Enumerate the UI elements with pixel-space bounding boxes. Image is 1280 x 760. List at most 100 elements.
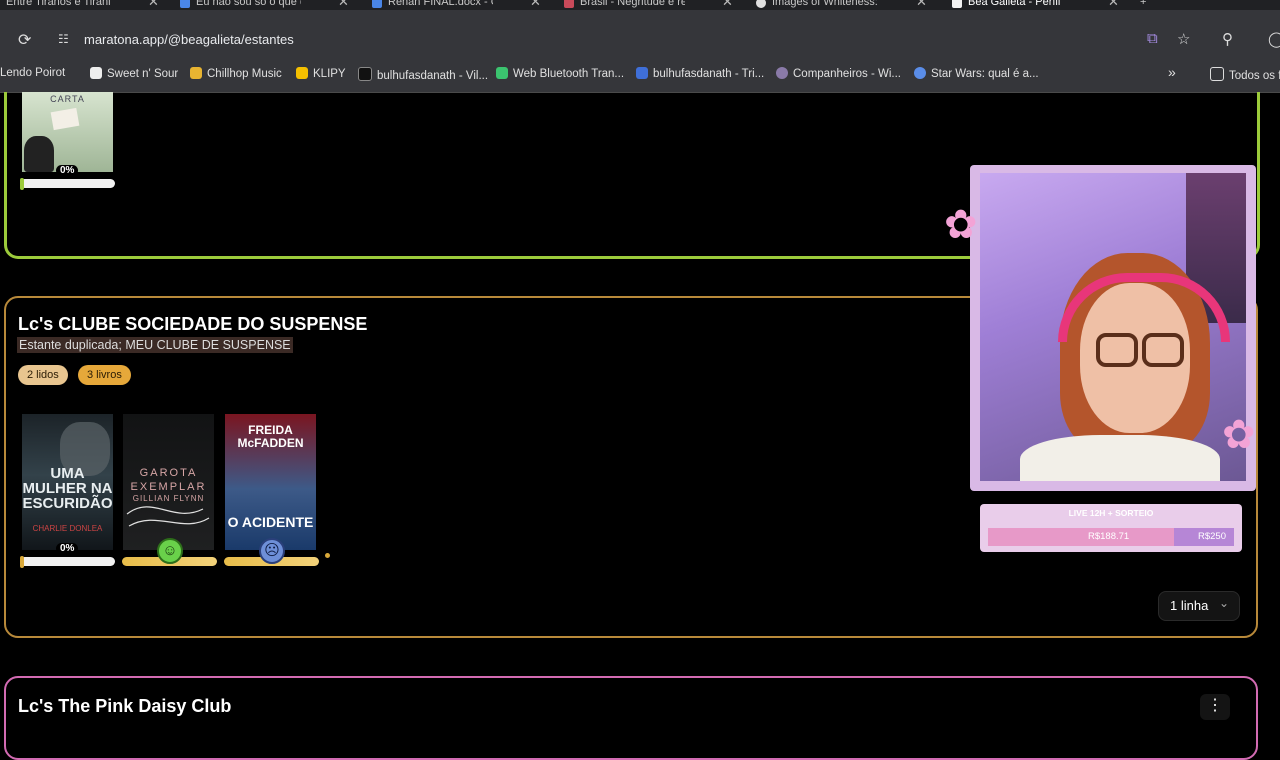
rows-dropdown-label: 1 linha — [1170, 598, 1209, 613]
read-count-badge: 2 lidos — [18, 365, 68, 385]
bookmark-item[interactable]: Lendo Poirot — [0, 67, 65, 79]
book-cover-author: CHARLIE DONLEA — [32, 524, 103, 533]
webcam-frame: ✿ ✿ — [944, 165, 1256, 491]
bookmark-item[interactable]: Sweet n' Sour — [90, 67, 178, 80]
flower-sticker-icon: ✿ — [1222, 413, 1256, 457]
bookmark-label: Star Wars: qual é a... — [931, 68, 1039, 80]
tab-3[interactable]: Renan FINAL.docx - Googl ✕ — [372, 0, 542, 10]
bookmark-item[interactable]: bulhufasdanath - Vil... — [358, 67, 488, 82]
folder-icon — [1210, 67, 1224, 81]
shelf-description: Estante duplicada; MEU CLUBE DE SUSPENSE — [17, 337, 293, 353]
bookmark-item[interactable]: Web Bluetooth Tran... — [496, 67, 624, 80]
all-bookmarks-folder[interactable]: Todos os f — [1210, 67, 1280, 82]
book-cover-author: FREIDA McFADDEN — [237, 423, 304, 450]
tab-5[interactable]: Images of Whiteness: The ✕ — [756, 0, 927, 10]
tab-2[interactable]: Eu não sou só o que dizem ✕ — [180, 0, 350, 10]
bookmark-label: Web Bluetooth Tran... — [513, 68, 625, 80]
bookmark-item[interactable]: bulhufasdanath - Tri... — [636, 67, 764, 80]
close-icon[interactable]: ✕ — [722, 0, 733, 10]
bookmark-icon — [296, 67, 308, 79]
bookmark-icon — [636, 67, 648, 79]
new-tab-button[interactable]: + — [1140, 0, 1154, 10]
progress-bar — [20, 179, 115, 188]
webcam-feed — [980, 173, 1246, 481]
chevron-down-icon: ⌄ — [1219, 596, 1230, 610]
bookmark-item[interactable]: Chillhop Music — [190, 67, 282, 80]
bookmark-label: bulhufasdanath - Vil... — [377, 70, 489, 82]
install-app-icon[interactable]: ⧉ — [1147, 30, 1158, 47]
site-icon — [756, 0, 766, 8]
docs-icon — [180, 0, 190, 8]
bookmark-item[interactable]: Star Wars: qual é a... — [914, 67, 1039, 80]
book-cover-title: O ACIDENTE — [227, 514, 314, 530]
progress-label: 0% — [56, 543, 79, 554]
progress-label: 0% — [56, 165, 79, 176]
bookmark-label: KLIPY — [313, 68, 346, 80]
tab-title: Brasil - Negritude e relaçõ — [580, 0, 685, 8]
bookmark-icon — [496, 67, 508, 79]
bookmark-label: Companheiros - Wi... — [793, 68, 902, 80]
close-icon[interactable]: ✕ — [1108, 0, 1119, 10]
url-field[interactable]: maratona.app/@beagalieta/estantes — [84, 32, 294, 47]
goal-target: R$250 — [1198, 531, 1226, 542]
docs-icon — [372, 0, 382, 8]
scroll-dot — [325, 553, 330, 558]
bookmark-item[interactable]: KLIPY — [296, 67, 346, 80]
bookmarks-bar: Lendo Poirot Sweet n' Sour Chillhop Musi… — [0, 60, 1280, 93]
shelf-title: Lc's CLUBE SOCIEDADE DO SUSPENSE — [18, 314, 368, 334]
dog-illustration — [24, 136, 54, 172]
bookmark-star-icon[interactable]: ☆ — [1177, 30, 1190, 48]
bookmark-label: bulhufasdanath - Tri... — [653, 68, 765, 80]
more-bookmarks-button[interactable]: » — [1168, 64, 1176, 80]
close-icon[interactable]: ✕ — [148, 0, 159, 10]
extensions-icon[interactable]: ⚲ — [1222, 30, 1233, 48]
goal-track: R$188.71 R$250 — [988, 528, 1234, 546]
tab-title: Entre Tiranos e Tiranias.do — [6, 0, 111, 8]
goal-fill — [988, 528, 1174, 546]
tab-title: Bea Galieta - Perfil — [968, 0, 1061, 8]
tab-6-active[interactable]: Bea Galieta - Perfil ✕ — [952, 0, 1122, 10]
book-cover[interactable]: CARTA — [22, 92, 113, 172]
book-cover[interactable]: FREIDA McFADDEN O ACIDENTE — [225, 414, 316, 550]
tab-1[interactable]: Entre Tiranos e Tiranias.do ✕ — [6, 0, 159, 10]
flower-sticker-icon: ✿ — [944, 203, 978, 247]
site-icon — [564, 0, 574, 8]
envelope-illustration — [50, 107, 80, 131]
progress-bar — [20, 557, 115, 566]
book-cover[interactable]: UMA MULHER NA ESCURIDÃO CHARLIE DONLEA — [22, 414, 113, 550]
rows-dropdown[interactable]: 1 linha ⌄ — [1158, 591, 1240, 621]
close-icon[interactable]: ✕ — [530, 0, 541, 10]
shelf-title: Lc's The Pink Daisy Club — [18, 696, 232, 716]
tab-4[interactable]: Brasil - Negritude e relaçõ ✕ — [564, 0, 734, 10]
shirt-shape — [1020, 435, 1220, 481]
bookmark-label: Todos os f — [1229, 70, 1280, 82]
book-cover[interactable]: GAROTA EXEMPLAR GILLIAN FLYNN — [123, 414, 214, 550]
goal-current: R$188.71 — [1088, 531, 1130, 542]
bookmark-icon — [190, 67, 202, 79]
shelf-card — [4, 676, 1258, 760]
profile-icon[interactable]: ◯ — [1268, 30, 1280, 48]
bookmark-label: Chillhop Music — [207, 68, 282, 80]
bookmark-label: Lendo Poirot — [0, 67, 66, 79]
site-settings-icon[interactable]: ☷ — [58, 32, 72, 46]
progress-marker — [20, 556, 24, 568]
book-cover-title: UMA MULHER NA ESCURIDÃO — [22, 465, 113, 512]
tab-title: Images of Whiteness: The — [772, 0, 877, 8]
donation-goal-widget: LIVE 12H + SORTEIO R$188.71 R$250 — [980, 504, 1242, 552]
close-icon[interactable]: ✕ — [338, 0, 349, 10]
bookmark-icon — [90, 67, 102, 79]
happy-rating-icon[interactable]: ☺ — [157, 538, 183, 564]
sad-rating-icon[interactable]: ☹ — [259, 538, 285, 564]
bookmark-item[interactable]: Companheiros - Wi... — [776, 67, 901, 80]
bookmark-icon — [776, 67, 788, 79]
bookmark-icon — [358, 67, 372, 81]
glasses-right — [1142, 333, 1184, 367]
maratona-icon — [952, 0, 962, 8]
book-count-badge: 3 livros — [78, 365, 131, 385]
close-icon[interactable]: ✕ — [916, 0, 927, 10]
reload-icon[interactable]: ⟳ — [18, 30, 31, 50]
tab-title: Eu não sou só o que dizem — [196, 0, 301, 8]
branch-illustration — [126, 506, 210, 527]
bookmark-label: Sweet n' Sour — [107, 68, 179, 80]
more-options-button[interactable]: ⋮ — [1200, 694, 1230, 720]
